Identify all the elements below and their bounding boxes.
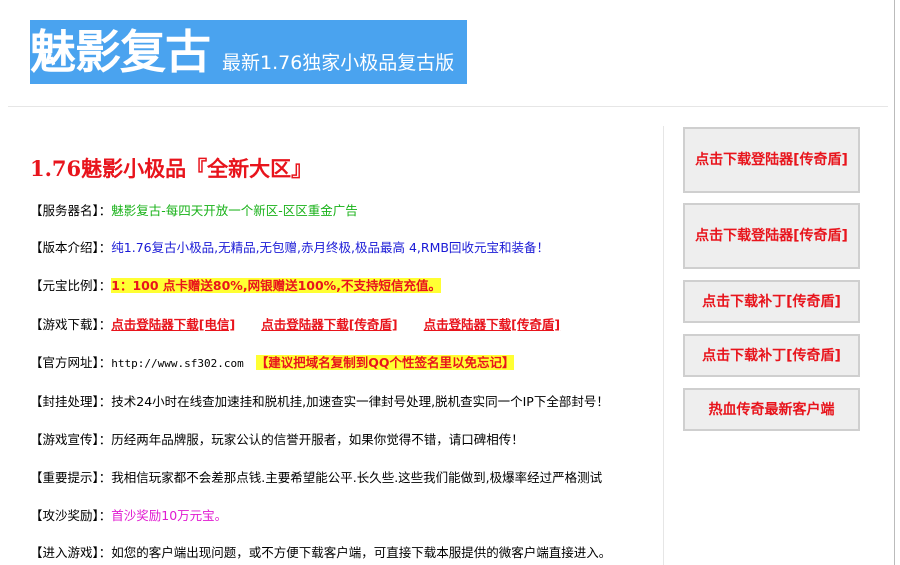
download-launcher-button-1[interactable]: 点击下载登陆器[传奇盾] <box>683 127 860 193</box>
row-official-site: 【官方网址】：http://www.sf302.com 【建议把域名复制到QQ个性… <box>30 353 515 373</box>
row-currency-ratio: 【元宝比例】：1：100 点卡赠送80%,网银赠送100%,不支持短信充值。 <box>30 276 441 296</box>
row-label: 【元宝比例】： <box>30 278 112 293</box>
bookmark-note: 【建议把域名复制到QQ个性签名里以免忘记】 <box>255 355 515 370</box>
row-value: 历经两年品牌服，玩家公认的信誉开服者，如果你觉得不错，请口碑相传！ <box>111 432 524 447</box>
download-client-button[interactable]: 热血传奇最新客户端 <box>683 388 860 431</box>
banner-subtitle: 最新1.76独家小极品复古版 <box>222 52 455 74</box>
download-patch-button-1[interactable]: 点击下载补丁[传奇盾] <box>683 280 860 323</box>
official-url-link[interactable]: http://www.sf302.com <box>111 357 243 370</box>
row-label: 【游戏下载】： <box>30 317 112 332</box>
row-label: 【版本介绍】： <box>30 240 112 255</box>
row-anticheat: 【封挂处理】：技术24小时在线查加速挂和脱机挂,加速查实一律封号处理,脱机查实同… <box>30 392 609 412</box>
page-title: 1.76魅影小极品『全新大区』 <box>30 156 313 181</box>
banner-title: 魅影复古 <box>30 25 211 79</box>
row-important-note: 【重要提示】：我相信玩家都不会差那点钱.主要希望能公平.长久些.这些我们能做到,… <box>30 468 602 488</box>
row-label: 【服务器名】： <box>30 203 112 218</box>
row-value-highlight: 1：100 点卡赠送80%,网银赠送100%,不支持短信充值。 <box>111 278 441 293</box>
row-server-name: 【服务器名】：魅影复古-每四天开放一个新区-区区重金广告 <box>30 201 358 221</box>
row-game-download: 【游戏下载】：点击登陆器下载[电信] 点击登陆器下载[传奇盾] 点击登陆器下载[传奇… <box>30 315 586 335</box>
site-banner: 魅影复古 最新1.76独家小极品复古版 <box>30 20 467 84</box>
row-siege-reward: 【攻沙奖励】：首沙奖励10万元宝。 <box>30 506 227 526</box>
download-link-chuanqidun-2[interactable]: 点击登陆器下载[传奇盾] <box>424 317 560 332</box>
download-link-telecom[interactable]: 点击登陆器下载[电信] <box>111 317 235 332</box>
row-enter-game: 【进入游戏】：如您的客户端出现问题，或不方便下载客户端，可直接下载本服提供的微客… <box>30 543 611 563</box>
download-patch-button-2[interactable]: 点击下载补丁[传奇盾] <box>683 334 860 377</box>
row-promotion: 【游戏宣传】：历经两年品牌服，玩家公认的信誉开服者，如果你觉得不错，请口碑相传！ <box>30 430 524 450</box>
row-value: 我相信玩家都不会差那点钱.主要希望能公平.长久些.这些我们能做到,极爆率经过严格… <box>111 470 603 485</box>
row-label: 【游戏宣传】： <box>30 432 112 447</box>
row-version-intro: 【版本介绍】：纯1.76复古小极品,无精品,无包赠,赤月终极,极品最高 4,RM… <box>30 238 549 258</box>
download-link-chuanqidun-1[interactable]: 点击登陆器下载[传奇盾] <box>261 317 397 332</box>
window-edge <box>894 0 895 565</box>
row-label: 【封挂处理】： <box>30 394 112 409</box>
row-value: 纯1.76复古小极品,无精品,无包赠,赤月终极,极品最高 4,RMB回收元宝和装… <box>111 240 549 255</box>
row-value: 技术24小时在线查加速挂和脱机挂,加速查实一律封号处理,脱机查实同一个IP下全部… <box>111 394 609 409</box>
row-label: 【官方网址】： <box>30 355 112 370</box>
sidebar-divider <box>663 126 664 565</box>
row-value: 如您的客户端出现问题，或不方便下载客户端，可直接下载本服提供的微客户端直接进入。 <box>111 545 612 560</box>
row-label: 【进入游戏】： <box>30 545 112 560</box>
row-value: 首沙奖励10万元宝。 <box>111 508 228 523</box>
row-value: 魅影复古-每四天开放一个新区-区区重金广告 <box>111 203 358 218</box>
download-launcher-button-2[interactable]: 点击下载登陆器[传奇盾] <box>683 203 860 269</box>
row-label: 【攻沙奖励】： <box>30 508 112 523</box>
info-panel: 1.76魅影小极品『全新大区』 【服务器名】：魅影复古-每四天开放一个新区-区区… <box>8 107 663 565</box>
row-label: 【重要提示】： <box>30 470 112 485</box>
